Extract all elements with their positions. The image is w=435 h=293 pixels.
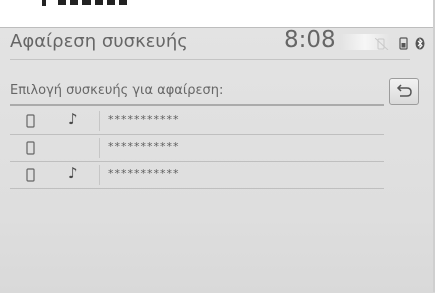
device-row-3[interactable]: ♪ *********** xyxy=(10,162,384,189)
device-row-2[interactable]: *********** xyxy=(10,135,384,162)
list-heading-divider xyxy=(10,104,384,106)
cropped-caption-fragment xyxy=(42,0,127,6)
phone-icon xyxy=(26,114,35,128)
music-note-icon: ♪ xyxy=(68,110,78,128)
phone-battery-icon xyxy=(399,37,408,50)
cropped-caption xyxy=(0,0,435,27)
device-name: *********** xyxy=(108,140,180,153)
header-divider xyxy=(10,59,410,60)
bluetooth-icon xyxy=(415,37,425,50)
device-name: *********** xyxy=(108,167,180,180)
row-divider xyxy=(99,165,100,185)
device-row-1[interactable]: ♪ *********** xyxy=(10,108,384,135)
page-title: Αφαίρεση συσκευής xyxy=(10,31,188,52)
music-note-icon: ♪ xyxy=(68,164,78,182)
row-divider xyxy=(99,111,100,131)
return-arrow-icon xyxy=(396,84,412,97)
device-screen: Αφαίρεση συσκευής 8:08 Επιλογή συσκευής … xyxy=(0,27,435,293)
phone-mute-icon xyxy=(375,38,389,50)
back-button[interactable] xyxy=(389,78,419,105)
clock: 8:08 xyxy=(284,27,336,53)
row-divider xyxy=(99,138,100,158)
phone-icon xyxy=(26,141,35,155)
phone-icon xyxy=(26,168,35,182)
list-heading: Επιλογή συσκευής για αφαίρεση: xyxy=(10,83,224,98)
device-name: *********** xyxy=(108,113,180,126)
